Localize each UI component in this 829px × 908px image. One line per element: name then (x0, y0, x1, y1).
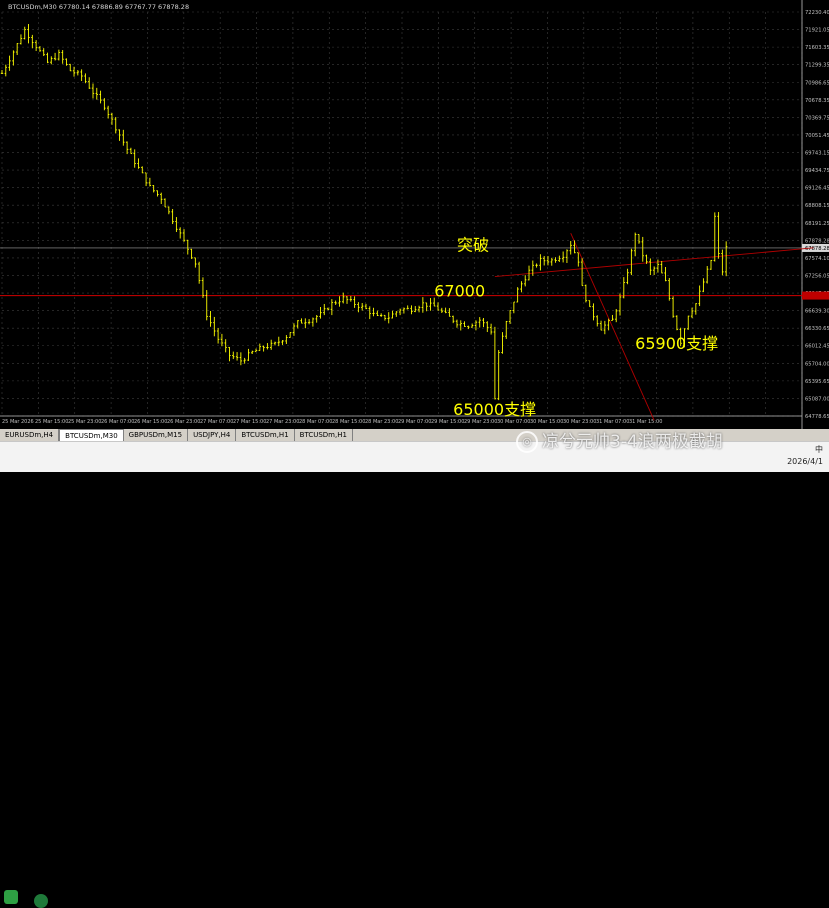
x-tick-label: 31 Mar 15:00 (629, 419, 662, 425)
x-tick-label: 25 Mar 23:00 (68, 419, 101, 425)
x-tick-label: 27 Mar 23:00 (266, 419, 299, 425)
y-tick-label: 69743.15 (805, 151, 829, 157)
x-tick-label: 30 Mar 15:00 (530, 419, 563, 425)
tab-btcusd-m30[interactable]: BTCUSDm,M30 (59, 429, 124, 441)
y-tick-label: 69126.45 (805, 186, 829, 192)
y-tick-label: 67574.10 (805, 256, 829, 262)
y-tick-label: 65087.00 (805, 396, 829, 402)
y-tick-label: 67256.05 (805, 273, 829, 279)
tab-usdjpy-h4[interactable]: USDJPY,H4 (188, 429, 237, 441)
x-tick-label: 27 Mar 07:00 (200, 419, 233, 425)
app-icon[interactable] (34, 894, 48, 908)
y-tick-label: 71921.05 (805, 28, 829, 34)
annotation-label-0: 突破 (457, 236, 489, 255)
x-tick-label: 29 Mar 15:00 (431, 419, 464, 425)
chart-canvas[interactable]: 72230.40 71921.05 71603.35 71299.35 70986.65… (0, 0, 829, 429)
tab-eurusd-h4[interactable]: EURUSDm,H4 (0, 429, 60, 441)
y-tick-label: 65395.65 (805, 379, 829, 385)
x-tick-label: 28 Mar 07:00 (299, 419, 332, 425)
y-tick-label: 65704.00 (805, 361, 829, 367)
x-tick-label: 30 Mar 23:00 (563, 419, 596, 425)
y-tick-label: 70678.35 (805, 98, 829, 104)
chart-background (0, 0, 829, 429)
y-tick-label: 66012.45 (805, 344, 829, 350)
price-chart[interactable]: 72230.40 71921.05 71603.35 71299.35 70986.65… (0, 0, 829, 471)
taskbar-date: 2026/4/1 (787, 457, 823, 466)
x-tick-label: 25 Mar 2026 (2, 419, 34, 425)
y-tick-label: 66639.30 (805, 309, 829, 315)
tab-gbpusd-m15[interactable]: GBPUSDm,M15 (124, 429, 189, 441)
y-tick-label: 64778.65 (805, 414, 829, 420)
support-price-tag (802, 291, 829, 300)
y-tick-label: 72230.40 (805, 10, 829, 16)
y-tick-label: 66330.65 (805, 326, 829, 332)
y-tick-label: 70986.65 (805, 80, 829, 86)
x-tick-label: 26 Mar 07:00 (101, 419, 134, 425)
chart-title: BTCUSDm,M30 67780.14 67886.89 67767.77 6… (8, 3, 189, 11)
camera-icon: ◎ (516, 431, 538, 453)
bid-price-label: 67878.28 (805, 246, 829, 252)
y-tick-label: 70369.75 (805, 115, 829, 121)
y-tick-label: 67878.28 (805, 238, 829, 244)
x-tick-label: 28 Mar 23:00 (365, 419, 398, 425)
tab-btcusd-h1-a[interactable]: BTCUSDm,H1 (236, 429, 295, 441)
tab-btcusd-h1-b[interactable]: BTCUSDm,H1 (295, 429, 353, 441)
x-tick-label: 31 Mar 07:00 (596, 419, 629, 425)
ime-indicator[interactable]: 中 (787, 444, 823, 456)
x-tick-label: 27 Mar 15:00 (233, 419, 266, 425)
y-tick-label: 68191.25 (805, 221, 829, 227)
wechat-icon[interactable] (4, 890, 18, 904)
x-tick-label: 29 Mar 23:00 (464, 419, 497, 425)
annotation-label-3: 65000支撑 (453, 400, 536, 419)
x-tick-label: 26 Mar 15:00 (134, 419, 167, 425)
x-tick-label: 25 Mar 15:00 (35, 419, 68, 425)
x-tick-label: 26 Mar 23:00 (167, 419, 200, 425)
y-tick-label: 71603.35 (805, 45, 829, 51)
watermark: ◎ 凉兮元帅3-4浪两极截胡 (516, 427, 723, 453)
y-tick-label: 70051.45 (805, 133, 829, 139)
watermark-text: 凉兮元帅3-4浪两极截胡 (542, 432, 723, 452)
y-tick-label: 68808.15 (805, 203, 829, 209)
annotation-label-2: 65900支撑 (635, 334, 718, 353)
y-tick-label: 69434.75 (805, 168, 829, 174)
x-tick-label: 29 Mar 07:00 (398, 419, 431, 425)
y-tick-label: 71299.35 (805, 63, 829, 69)
system-tray: 中 2026/4/1 (787, 444, 823, 468)
annotation-label-1: 67000 (434, 282, 485, 301)
x-tick-label: 30 Mar 07:00 (497, 419, 530, 425)
x-tick-label: 28 Mar 15:00 (332, 419, 365, 425)
